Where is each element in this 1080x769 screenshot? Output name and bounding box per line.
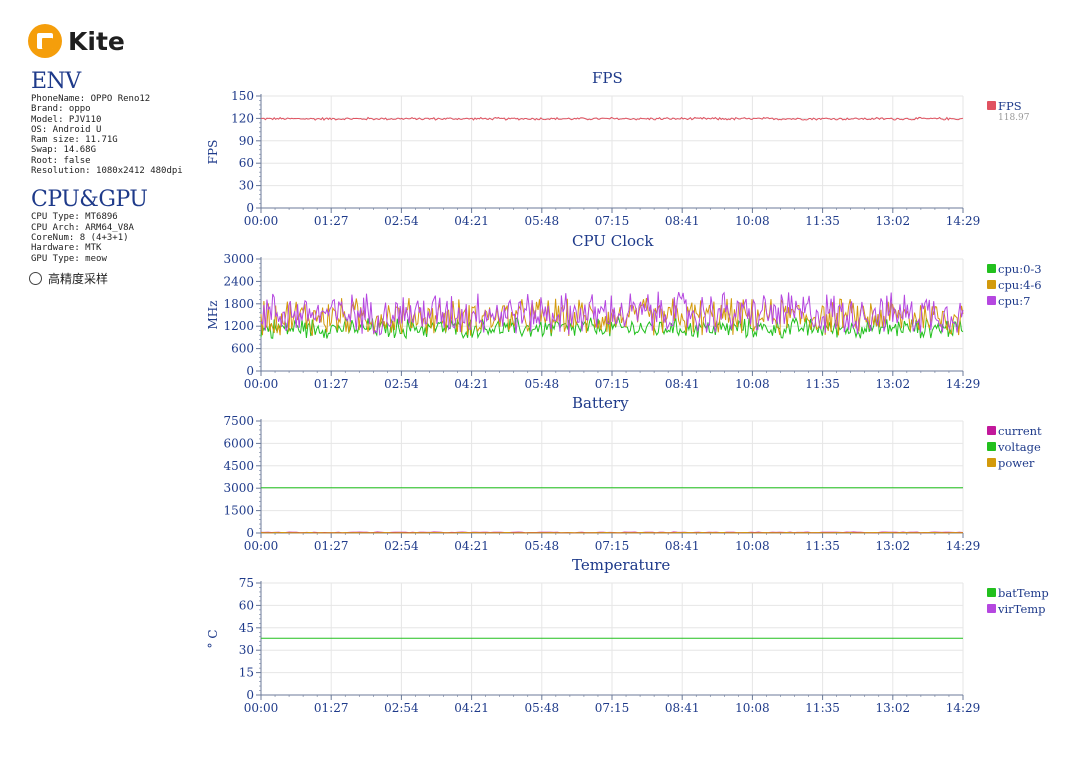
y-tick-label: 2400 <box>223 274 254 288</box>
x-tick-label: 05:48 <box>525 701 560 715</box>
chart-title: CPU Clock <box>572 232 654 250</box>
legend-swatch <box>987 588 996 597</box>
legend-label: voltage <box>997 440 1041 454</box>
x-tick-label: 10:08 <box>735 539 770 553</box>
y-tick-label: 60 <box>239 156 254 170</box>
y-tick-label: 0 <box>246 688 254 702</box>
y-tick-label: 6000 <box>223 436 254 450</box>
y-tick-label: 120 <box>231 111 254 125</box>
x-tick-label: 14:29 <box>946 214 981 228</box>
legend-swatch <box>987 458 996 467</box>
y-tick-label: 3000 <box>223 252 254 266</box>
x-tick-label: 01:27 <box>314 701 349 715</box>
x-tick-label: 11:35 <box>805 539 840 553</box>
x-tick-label: 01:27 <box>314 377 349 391</box>
x-tick-label: 00:00 <box>244 701 279 715</box>
y-axis-label: MHz <box>206 300 220 329</box>
x-tick-label: 01:27 <box>314 539 349 553</box>
legend-swatch <box>987 604 996 613</box>
y-tick-label: 30 <box>239 643 254 657</box>
x-tick-label: 08:41 <box>665 701 700 715</box>
x-tick-label: 04:21 <box>454 214 489 228</box>
y-tick-label: 0 <box>246 526 254 540</box>
y-tick-label: 15 <box>239 666 254 680</box>
x-tick-label: 07:15 <box>595 539 630 553</box>
x-tick-label: 07:15 <box>595 701 630 715</box>
x-tick-label: 05:48 <box>525 377 560 391</box>
x-tick-label: 08:41 <box>665 539 700 553</box>
y-tick-label: 60 <box>239 598 254 612</box>
x-tick-label: 04:21 <box>454 701 489 715</box>
x-tick-label: 14:29 <box>946 377 981 391</box>
x-tick-label: 05:48 <box>525 214 560 228</box>
x-tick-label: 13:02 <box>876 214 911 228</box>
legend-label: FPS <box>998 99 1022 113</box>
x-tick-label: 04:21 <box>454 377 489 391</box>
x-tick-label: 11:35 <box>805 377 840 391</box>
y-tick-label: 4500 <box>223 459 254 473</box>
legend-value: 118.97 <box>998 113 1030 123</box>
x-tick-label: 01:27 <box>314 214 349 228</box>
x-tick-label: 00:00 <box>244 214 279 228</box>
legend-swatch <box>987 280 996 289</box>
x-tick-label: 11:35 <box>805 214 840 228</box>
y-tick-label: 0 <box>246 201 254 215</box>
x-tick-label: 13:02 <box>876 701 911 715</box>
y-axis-label: ° C <box>206 630 220 649</box>
x-tick-label: 07:15 <box>595 214 630 228</box>
legend-swatch <box>987 442 996 451</box>
legend-label: cpu:0-3 <box>998 262 1042 276</box>
legend-swatch <box>987 264 996 273</box>
y-tick-label: 75 <box>239 576 254 590</box>
legend-label: cpu:4-6 <box>998 278 1042 292</box>
x-tick-label: 13:02 <box>876 539 911 553</box>
y-tick-label: 45 <box>239 621 254 635</box>
x-tick-label: 14:29 <box>946 539 981 553</box>
x-tick-label: 00:00 <box>244 539 279 553</box>
y-tick-label: 1800 <box>223 297 254 311</box>
y-tick-label: 90 <box>239 134 254 148</box>
y-tick-label: 0 <box>246 364 254 378</box>
x-tick-label: 04:21 <box>454 539 489 553</box>
x-tick-label: 07:15 <box>595 377 630 391</box>
x-tick-label: 11:35 <box>805 701 840 715</box>
y-tick-label: 3000 <box>223 481 254 495</box>
charts-area: FPS030609012015000:00 01:27 02:54 04:21 05:4… <box>206 69 1049 715</box>
y-tick-label: 30 <box>239 179 254 193</box>
y-tick-label: 150 <box>231 89 254 103</box>
x-tick-label: 08:41 <box>665 214 700 228</box>
y-tick-label: 600 <box>231 342 254 356</box>
chart-title: Battery <box>572 394 629 412</box>
legend-swatch <box>987 296 996 305</box>
legend-label: power <box>998 456 1035 470</box>
x-tick-label: 10:08 <box>735 214 770 228</box>
chart-title: Temperature <box>572 556 670 574</box>
legend-swatch <box>987 101 996 110</box>
legend-label: current <box>998 424 1042 438</box>
x-tick-label: 08:41 <box>665 377 700 391</box>
y-tick-label: 1500 <box>223 504 254 518</box>
x-tick-label: 13:02 <box>876 377 911 391</box>
legend-label: virTemp <box>997 602 1046 616</box>
x-tick-label: 05:48 <box>525 539 560 553</box>
x-tick-label: 10:08 <box>735 701 770 715</box>
x-tick-label: 00:00 <box>244 377 279 391</box>
legend-swatch <box>987 426 996 435</box>
x-tick-label: 14:29 <box>946 701 981 715</box>
y-axis-label: FPS <box>206 140 220 165</box>
y-tick-label: 1200 <box>223 319 254 333</box>
x-tick-label: 02:54 <box>384 377 419 391</box>
x-tick-label: 02:54 <box>384 214 419 228</box>
y-tick-label: 7500 <box>223 414 254 428</box>
legend-label: batTemp <box>998 586 1049 600</box>
x-tick-label: 02:54 <box>384 701 419 715</box>
chart-title: FPS <box>592 69 623 87</box>
legend-label: cpu:7 <box>998 294 1030 308</box>
x-tick-label: 02:54 <box>384 539 419 553</box>
x-tick-label: 10:08 <box>735 377 770 391</box>
